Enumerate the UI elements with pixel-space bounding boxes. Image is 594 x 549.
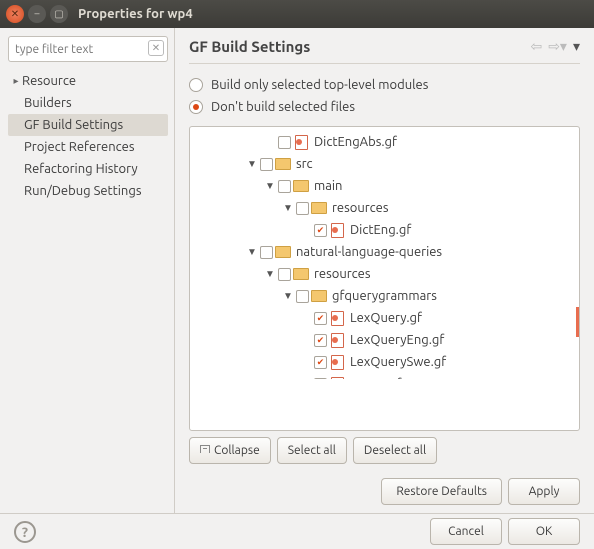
radio-dont-build-label: Don't build selected files [211, 100, 355, 114]
tree-checkbox[interactable] [314, 356, 327, 369]
tree-label: natural-language-queries [296, 245, 442, 259]
nav-forward-icon[interactable]: ⇨▾ [548, 38, 567, 55]
tree-checkbox[interactable] [260, 158, 273, 171]
tree-checkbox[interactable] [278, 180, 291, 193]
nav-item-label: Resource [22, 74, 76, 88]
tree-row[interactable]: ▶ LexQuery.gf [190, 307, 579, 329]
help-icon[interactable]: ? [14, 521, 36, 543]
deselect-all-button[interactable]: Deselect all [353, 437, 437, 464]
filter-input[interactable] [8, 36, 168, 62]
tree-arrow-spacer: ▶ [264, 136, 276, 148]
tree-label: DictEng.gf [350, 223, 411, 237]
restore-defaults-button[interactable]: Restore Defaults [381, 478, 502, 505]
tree-label: LexQuery.gf [350, 311, 422, 325]
collapse-icon [200, 445, 210, 453]
radio-build-selected-label: Build only selected top-level modules [211, 78, 428, 92]
tree-label: DictEngAbs.gf [314, 135, 397, 149]
tree-arrow-spacer: ▶ [300, 224, 312, 236]
tree-row[interactable]: ▼ main [190, 175, 579, 197]
folder-icon [311, 289, 327, 303]
tree-checkbox[interactable] [278, 268, 291, 281]
collapse-button[interactable]: Collapse [189, 437, 271, 464]
nav-back-icon[interactable]: ⇦ [530, 38, 542, 55]
nav-item-label: Builders [24, 96, 72, 110]
window-maximize-button[interactable]: ▢ [50, 5, 68, 23]
window-minimize-button[interactable]: – [28, 5, 46, 23]
nav-item-label: Project References [24, 140, 134, 154]
nav-item-resource[interactable]: ▸Resource [8, 70, 168, 92]
file-icon [329, 333, 345, 347]
tree-checkbox[interactable] [314, 224, 327, 237]
tree-label: LexQueryEng.gf [350, 333, 444, 347]
nav-item-run-debug-settings[interactable]: Run/Debug Settings [8, 180, 168, 202]
tree-checkbox[interactable] [296, 202, 309, 215]
cancel-button[interactable]: Cancel [430, 518, 502, 545]
file-icon [329, 377, 345, 379]
tree-checkbox[interactable] [314, 378, 327, 380]
nav-item-gf-build-settings[interactable]: GF Build Settings [8, 114, 168, 136]
tree-label: Query.gf [350, 377, 402, 379]
tree-arrow-icon[interactable]: ▼ [246, 158, 258, 170]
nav-menu-icon[interactable]: ▾ [573, 38, 580, 55]
nav-item-label: GF Build Settings [24, 118, 123, 132]
nav-item-label: Refactoring History [24, 162, 138, 176]
tree-row[interactable]: ▶ LexQuerySwe.gf [190, 351, 579, 373]
tree-label: gfquerygrammars [332, 289, 437, 303]
tree-checkbox[interactable] [314, 334, 327, 347]
tree-label: src [296, 157, 313, 171]
folder-icon [293, 179, 309, 193]
tree-arrow-icon[interactable]: ▼ [282, 202, 294, 214]
radio-dont-build[interactable] [189, 100, 203, 114]
tree-checkbox[interactable] [278, 136, 291, 149]
tree-arrow-icon[interactable]: ▼ [264, 268, 276, 280]
nav-item-project-references[interactable]: Project References [8, 136, 168, 158]
tree-label: LexQuerySwe.gf [350, 355, 446, 369]
apply-button[interactable]: Apply [508, 478, 580, 505]
clear-filter-icon[interactable]: ✕ [148, 40, 164, 56]
page-title: GF Build Settings [189, 38, 310, 55]
tree-row[interactable]: ▼ natural-language-queries [190, 241, 579, 263]
window-title: Properties for wp4 [78, 7, 193, 21]
nav-item-label: Run/Debug Settings [24, 184, 141, 198]
select-all-button[interactable]: Select all [277, 437, 347, 464]
file-icon [293, 135, 309, 149]
tree-arrow-icon[interactable]: ▼ [282, 290, 294, 302]
tree-row[interactable]: ▶ LexQueryEng.gf [190, 329, 579, 351]
tree-row[interactable]: ▼ gfquerygrammars [190, 285, 579, 307]
nav-item-refactoring-history[interactable]: Refactoring History [8, 158, 168, 180]
file-icon [329, 355, 345, 369]
scrollbar-indicator[interactable] [576, 307, 579, 337]
tree-label: resources [332, 201, 389, 215]
folder-icon [275, 157, 291, 171]
folder-icon [311, 201, 327, 215]
tree-arrow-spacer: ▶ [300, 312, 312, 324]
window-close-button[interactable]: ✕ [6, 5, 24, 23]
ok-button[interactable]: OK [508, 518, 580, 545]
tree-label: resources [314, 267, 371, 281]
tree-row[interactable]: ▶ Query.gf [190, 373, 579, 379]
tree-checkbox[interactable] [314, 312, 327, 325]
folder-icon [293, 267, 309, 281]
file-icon [329, 311, 345, 325]
tree-row[interactable]: ▶ DictEng.gf [190, 219, 579, 241]
tree-arrow-spacer: ▶ [300, 378, 312, 379]
tree-row[interactable]: ▼ resources [190, 197, 579, 219]
tree-arrow-spacer: ▶ [300, 334, 312, 346]
folder-icon [275, 245, 291, 259]
expand-arrow-icon[interactable]: ▸ [10, 75, 22, 87]
tree-label: main [314, 179, 342, 193]
file-icon [329, 223, 345, 237]
tree-row[interactable]: ▶ DictEngAbs.gf [190, 131, 579, 153]
tree-arrow-spacer: ▶ [300, 356, 312, 368]
tree-checkbox[interactable] [260, 246, 273, 259]
tree-arrow-icon[interactable]: ▼ [264, 180, 276, 192]
tree-arrow-icon[interactable]: ▼ [246, 246, 258, 258]
nav-item-builders[interactable]: Builders [8, 92, 168, 114]
tree-checkbox[interactable] [296, 290, 309, 303]
tree-row[interactable]: ▼ src [190, 153, 579, 175]
radio-build-selected[interactable] [189, 78, 203, 92]
tree-row[interactable]: ▼ resources [190, 263, 579, 285]
